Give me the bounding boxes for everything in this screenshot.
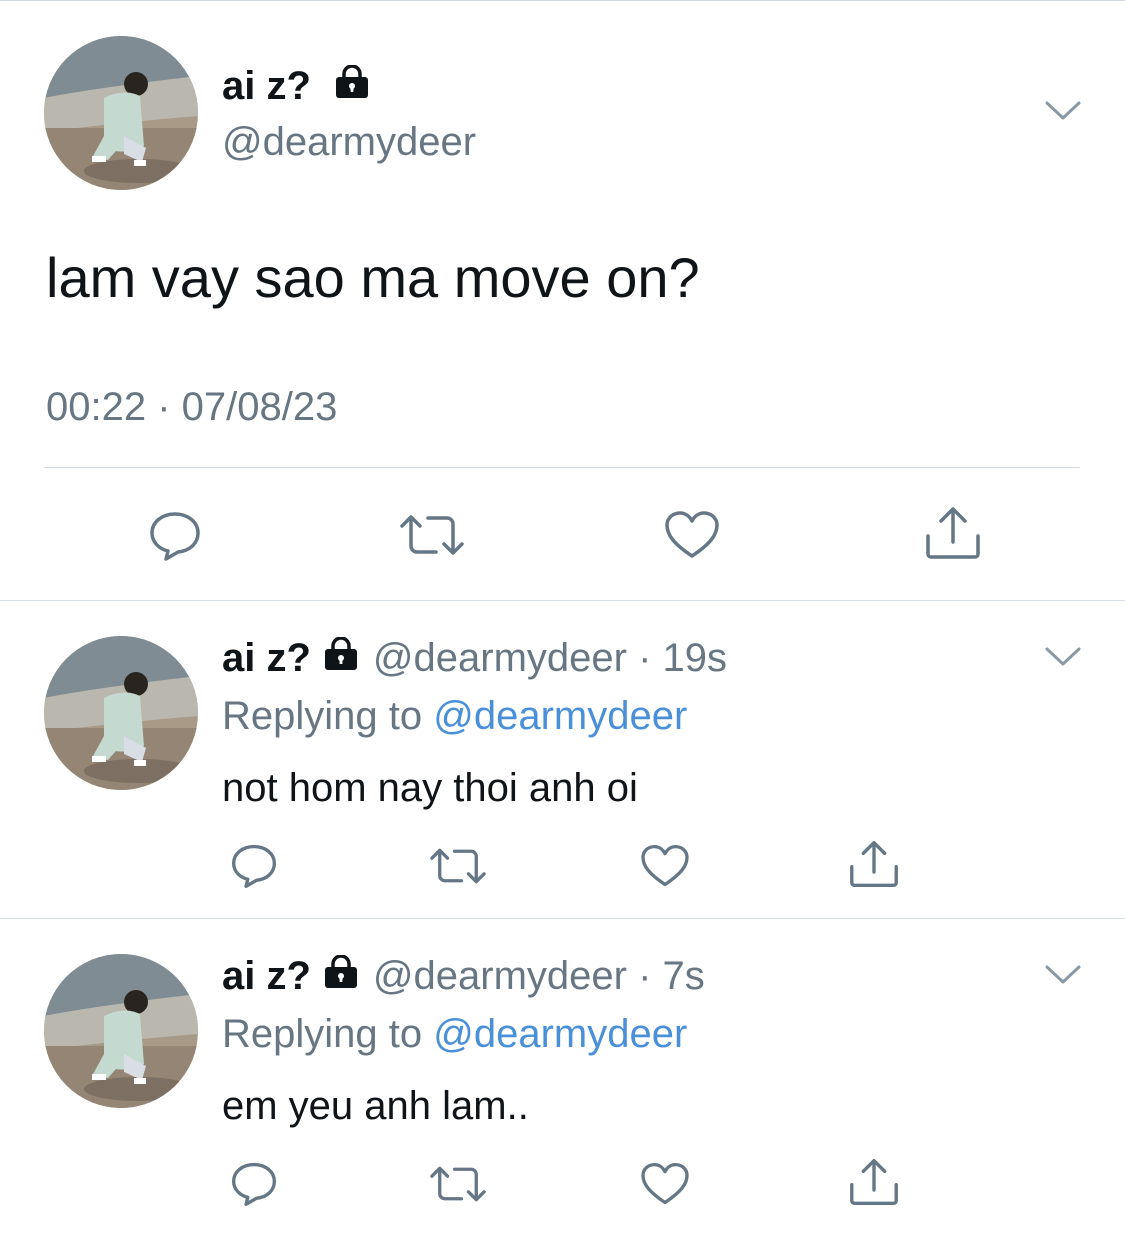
display-name-text: ai z? (222, 64, 311, 108)
avatar[interactable] (44, 636, 198, 790)
lock-icon (323, 950, 359, 1002)
like-button[interactable] (664, 510, 720, 560)
retweet-arrows-icon (400, 515, 464, 555)
divider (44, 467, 1080, 468)
like-button[interactable] (640, 844, 690, 888)
display-name[interactable]: ai z? (222, 954, 311, 998)
handle[interactable]: @dearmydeer (373, 636, 627, 680)
reply-button[interactable] (230, 843, 278, 889)
tweet-text: em yeu anh lam.. (222, 1084, 529, 1128)
retweet-button[interactable] (398, 512, 466, 558)
display-name[interactable]: ai z? (222, 636, 311, 680)
share-button[interactable] (848, 1158, 900, 1206)
avatar[interactable] (44, 954, 198, 1108)
top-border (0, 0, 1125, 1)
time-ago[interactable]: · 7s (638, 954, 705, 998)
replying-prefix: Replying to (222, 694, 423, 738)
replying-to: Replying to @dearmydeer (222, 1008, 687, 1060)
chevron-down-icon[interactable] (1045, 964, 1081, 986)
speech-bubble-icon (231, 844, 277, 889)
time-ago[interactable]: · 19s (638, 636, 727, 680)
share-upload-icon (926, 507, 980, 559)
retweet-button[interactable] (428, 846, 488, 886)
avatar[interactable] (44, 36, 198, 190)
retweet-arrows-icon (430, 1166, 486, 1202)
replying-handle-link[interactable]: @dearmydeer (433, 694, 687, 738)
retweet-arrows-icon (430, 848, 486, 884)
chevron-down-icon[interactable] (1045, 100, 1081, 122)
heart-icon (641, 1162, 689, 1205)
timestamp[interactable]: 00:22 · 07/08/23 (46, 382, 337, 432)
replying-prefix: Replying to (222, 1012, 423, 1056)
tweet-text: lam vay sao ma move on? (46, 246, 700, 309)
divider (0, 600, 1125, 601)
speech-bubble-icon (150, 512, 200, 561)
reply-button[interactable] (230, 1161, 278, 1207)
reply-header: ai z? @dearmydeer · 7s (222, 950, 705, 1002)
avatar-photo (44, 36, 198, 190)
avatar-photo (44, 954, 198, 1108)
avatar-photo (44, 636, 198, 790)
divider (0, 918, 1125, 919)
replying-handle-link[interactable]: @dearmydeer (433, 1012, 687, 1056)
display-name[interactable]: ai z? (222, 60, 370, 112)
handle[interactable]: @dearmydeer (222, 116, 476, 168)
lock-icon (334, 60, 370, 112)
lock-icon (323, 632, 359, 684)
heart-icon (641, 844, 689, 887)
heart-icon (665, 511, 719, 558)
like-button[interactable] (640, 1162, 690, 1206)
share-upload-icon (850, 1158, 898, 1206)
handle[interactable]: @dearmydeer (373, 954, 627, 998)
speech-bubble-icon (231, 1162, 277, 1207)
chevron-down-icon[interactable] (1045, 646, 1081, 668)
replying-to: Replying to @dearmydeer (222, 690, 687, 742)
retweet-button[interactable] (428, 1164, 488, 1204)
share-upload-icon (850, 840, 898, 888)
reply-header: ai z? @dearmydeer · 19s (222, 632, 727, 684)
share-button[interactable] (924, 506, 982, 560)
reply-button[interactable] (148, 510, 202, 562)
share-button[interactable] (848, 840, 900, 888)
tweet-text: not hom nay thoi anh oi (222, 766, 638, 810)
